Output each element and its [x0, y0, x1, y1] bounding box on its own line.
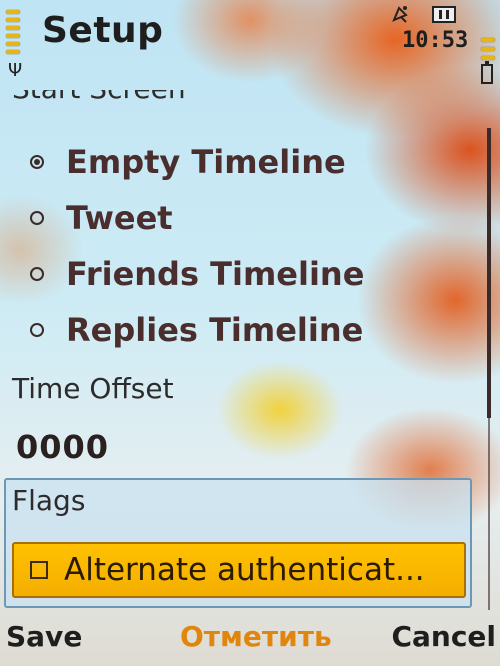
time-offset-field[interactable]: 0000 — [16, 428, 109, 466]
flag-item-label: Alternate authenticat... — [64, 552, 425, 588]
scrollbar[interactable] — [486, 128, 492, 610]
radio-unselected-icon — [30, 323, 44, 337]
scrollbar-track — [488, 418, 490, 610]
status-bar: Ψ Setup 10:53 — [0, 0, 500, 88]
flag-item-alternate-authentication[interactable]: Alternate authenticat... — [12, 542, 466, 598]
radio-unselected-icon — [30, 267, 44, 281]
settings-form[interactable]: Start Screen Empty Timeline Tweet Friend… — [0, 90, 484, 610]
alarm-icon — [392, 6, 408, 23]
antenna-icon: Ψ — [8, 60, 23, 81]
flags-label: Flags — [12, 484, 86, 517]
page-title: Setup — [42, 10, 164, 51]
radio-option-empty-timeline[interactable]: Empty Timeline — [30, 142, 346, 182]
mark-softkey[interactable]: Отметить — [180, 620, 332, 653]
cancel-softkey[interactable]: Cancel — [391, 620, 496, 653]
radio-option-tweet[interactable]: Tweet — [30, 198, 173, 238]
signal-strength-icon — [6, 10, 20, 54]
scrollbar-thumb[interactable] — [487, 128, 491, 418]
radio-option-friends-timeline[interactable]: Friends Timeline — [30, 254, 364, 294]
battery-icon — [481, 61, 493, 84]
softkey-bar: Save Отметить Cancel — [0, 612, 500, 666]
flags-panel: Flags Alternate authenticat... — [4, 478, 472, 608]
radio-selected-icon — [30, 155, 44, 169]
time-offset-label: Time Offset — [12, 372, 174, 405]
radio-option-label: Empty Timeline — [66, 143, 346, 181]
battery-level-icon — [481, 38, 495, 60]
checkbox-icon — [30, 561, 48, 579]
radio-unselected-icon — [30, 211, 44, 225]
radio-option-label: Friends Timeline — [66, 255, 365, 293]
radio-option-label: Replies Timeline — [66, 311, 364, 349]
clock: 10:53 — [402, 28, 469, 53]
save-softkey[interactable]: Save — [6, 620, 82, 653]
start-screen-label: Start Screen — [12, 90, 186, 105]
radio-option-label: Tweet — [66, 199, 173, 237]
message-icon — [432, 6, 456, 23]
radio-option-replies-timeline[interactable]: Replies Timeline — [30, 310, 363, 350]
